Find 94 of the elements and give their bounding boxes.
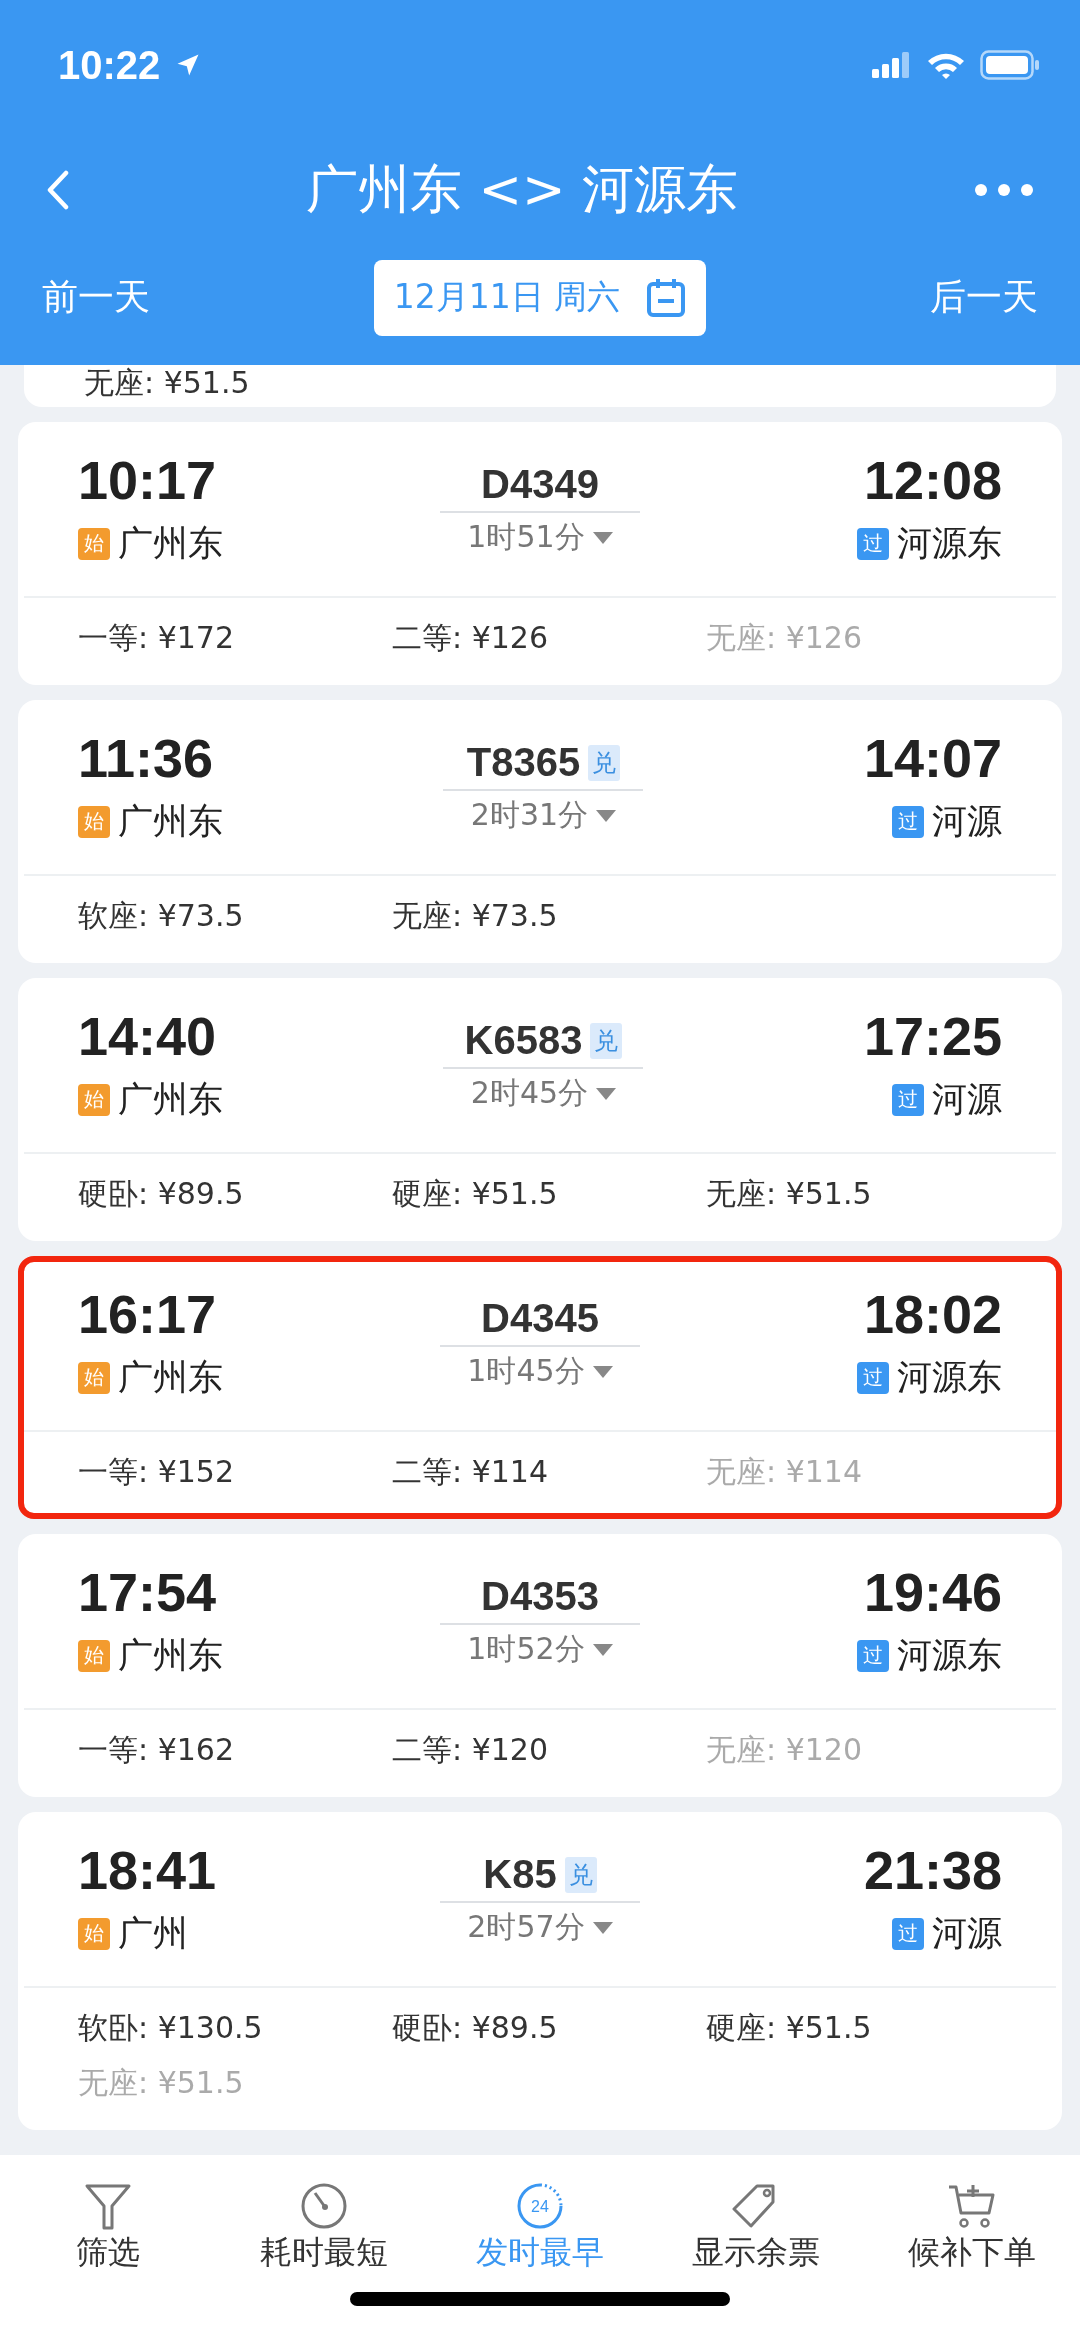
timer-tab[interactable]: 耗时最短 bbox=[224, 2179, 424, 2276]
seat-price: 二等: ¥114 bbox=[392, 1453, 549, 1491]
seat-price: 一等: ¥162 bbox=[78, 1731, 235, 1769]
train-number: D4345 bbox=[481, 1296, 599, 1341]
filter-tab[interactable]: 筛选 bbox=[8, 2179, 208, 2276]
train-number: D4353 bbox=[481, 1574, 599, 1619]
arrival-station: 河源东 bbox=[897, 1634, 1002, 1677]
train-card[interactable]: 17:54 始 广州东 D4353 1时52分 19:46 过 河源东 一等: ¥162 二等: ¥120 无座: ¥120 bbox=[18, 1534, 1062, 1797]
dropdown-caret-icon bbox=[592, 1365, 613, 1378]
train-card[interactable]: 11:36 始 广州东 T8365 兑 2时31分 14:07 过 河源 软座: ¥73.5 无座: ¥73.5 bbox=[18, 700, 1062, 963]
train-number: K6583 bbox=[464, 1018, 583, 1063]
more-dots-icon bbox=[974, 183, 1034, 197]
exchange-badge: 兑 bbox=[564, 1856, 597, 1893]
seat-price: 无座: ¥73.5 bbox=[392, 897, 559, 935]
dropdown-caret-icon bbox=[596, 809, 617, 822]
passing-tag: 过 bbox=[857, 1639, 889, 1672]
train-card[interactable]: 14:40 始 广州东 K6583 兑 2时45分 17:25 过 河源 硬卧: ¥89.5 硬座: ¥51.5 无座: ¥51.5 bbox=[18, 978, 1062, 1241]
trip-duration[interactable]: 1时52分 bbox=[467, 1629, 585, 1670]
train-card[interactable]: 18:41 始 广州 K85 兑 2时57分 21:38 过 河源 软卧: ¥130.5 硬卧: ¥89.5 硬座: ¥51.5 无座: ¥51.5 bbox=[18, 1812, 1062, 2130]
departure-station: 广州东 bbox=[118, 800, 223, 843]
arrival-time: 19:46 bbox=[863, 1561, 1002, 1624]
train-number: T8365 bbox=[466, 740, 581, 785]
passing-tag: 过 bbox=[892, 1917, 924, 1950]
train-number: D4349 bbox=[481, 462, 599, 507]
origin-tag: 始 bbox=[78, 805, 110, 838]
departure-station: 广州 bbox=[118, 1912, 188, 1955]
departure-station: 广州东 bbox=[118, 1078, 223, 1121]
status-time: 10:22 bbox=[58, 42, 161, 88]
passing-tag: 过 bbox=[857, 527, 889, 560]
train-number: K85 bbox=[483, 1852, 557, 1897]
origin-tag: 始 bbox=[78, 1917, 110, 1950]
departure-time: 14:40 bbox=[78, 1005, 218, 1068]
seat-price: 无座: ¥114 bbox=[706, 1453, 863, 1491]
departure-time: 10:17 bbox=[78, 449, 218, 512]
seat-price: 一等: ¥152 bbox=[78, 1453, 235, 1491]
trip-duration[interactable]: 1时51分 bbox=[467, 517, 585, 558]
seat-price: 二等: ¥120 bbox=[392, 1731, 549, 1769]
seat-price: 一等: ¥172 bbox=[78, 619, 235, 657]
seat-price: 软卧: ¥130.5 bbox=[78, 2009, 264, 2047]
passing-tag: 过 bbox=[857, 1361, 889, 1394]
arrival-time: 17:25 bbox=[863, 1005, 1002, 1068]
passing-tag: 过 bbox=[892, 805, 924, 838]
seat-price: 无座: ¥126 bbox=[706, 619, 863, 657]
seat-price: 硬卧: ¥89.5 bbox=[392, 2009, 559, 2047]
train-card[interactable]: 16:17 始 广州东 D4345 1时45分 18:02 过 河源东 一等: ¥152 二等: ¥114 无座: ¥114 bbox=[18, 1256, 1062, 1519]
dropdown-caret-icon bbox=[592, 1921, 613, 1934]
departure-time: 17:54 bbox=[78, 1561, 218, 1624]
origin-tag: 始 bbox=[78, 1083, 110, 1116]
arrival-time: 14:07 bbox=[863, 727, 1002, 790]
seat-price: 无座: ¥120 bbox=[706, 1731, 863, 1769]
seat-price: 无座: ¥51.5 bbox=[78, 2064, 245, 2102]
seat-price: 无座: ¥51.5 bbox=[706, 1175, 873, 1213]
departure-station: 广州东 bbox=[118, 1356, 223, 1399]
seat-price: 硬座: ¥51.5 bbox=[392, 1175, 559, 1213]
arrival-station: 河源东 bbox=[897, 1356, 1002, 1399]
route-title: 广州东 <> 河源东 bbox=[305, 158, 739, 221]
seat-price: 硬卧: ¥89.5 bbox=[78, 1175, 245, 1213]
tag-tab[interactable]: 显示余票 bbox=[656, 2179, 856, 2276]
departure-station: 广州东 bbox=[118, 1634, 223, 1677]
calendar-icon bbox=[646, 277, 687, 318]
seat-price: 硬座: ¥51.5 bbox=[706, 2009, 873, 2047]
signal-icon bbox=[872, 52, 912, 78]
exchange-badge: 兑 bbox=[588, 744, 621, 781]
arrival-station: 河源 bbox=[932, 1912, 1002, 1955]
departure-time: 11:36 bbox=[78, 727, 215, 790]
train-card[interactable]: 无座: ¥51.5 bbox=[24, 365, 1056, 407]
cart-tab[interactable]: 候补下单 bbox=[872, 2179, 1072, 2276]
origin-tag: 始 bbox=[78, 1639, 110, 1672]
origin-tag: 始 bbox=[78, 527, 110, 560]
departure-time: 18:41 bbox=[78, 1839, 217, 1902]
dropdown-caret-icon bbox=[592, 1643, 613, 1656]
arrival-time: 21:38 bbox=[863, 1839, 1002, 1902]
departure-time: 16:17 bbox=[78, 1283, 218, 1346]
trip-duration[interactable]: 2时45分 bbox=[470, 1073, 589, 1114]
seat-price: 软座: ¥73.5 bbox=[78, 897, 245, 935]
trip-duration[interactable]: 2时57分 bbox=[467, 1907, 585, 1948]
departure-station: 广州东 bbox=[118, 522, 223, 565]
arrival-station: 河源 bbox=[932, 800, 1002, 843]
exchange-badge: 兑 bbox=[590, 1022, 623, 1059]
arrival-station: 河源东 bbox=[897, 522, 1002, 565]
dropdown-caret-icon bbox=[592, 531, 613, 544]
seat-price: 二等: ¥126 bbox=[392, 619, 549, 657]
trip-duration[interactable]: 2时31分 bbox=[470, 795, 589, 836]
train-card[interactable]: 10:17 始 广州东 D4349 1时51分 12:08 过 河源东 一等: ¥172 二等: ¥126 无座: ¥126 bbox=[18, 422, 1062, 685]
seat-price: 无座: ¥51.5 bbox=[84, 365, 250, 402]
battery-icon bbox=[980, 50, 1040, 80]
back-chevron-icon bbox=[46, 170, 70, 210]
passing-tag: 过 bbox=[892, 1083, 924, 1116]
trip-duration[interactable]: 1时45分 bbox=[467, 1351, 585, 1392]
dropdown-caret-icon bbox=[596, 1087, 617, 1100]
arrival-time: 12:08 bbox=[863, 449, 1002, 512]
origin-tag: 始 bbox=[78, 1361, 110, 1394]
arrival-time: 18:02 bbox=[863, 1283, 1002, 1346]
arrival-station: 河源 bbox=[932, 1078, 1002, 1121]
